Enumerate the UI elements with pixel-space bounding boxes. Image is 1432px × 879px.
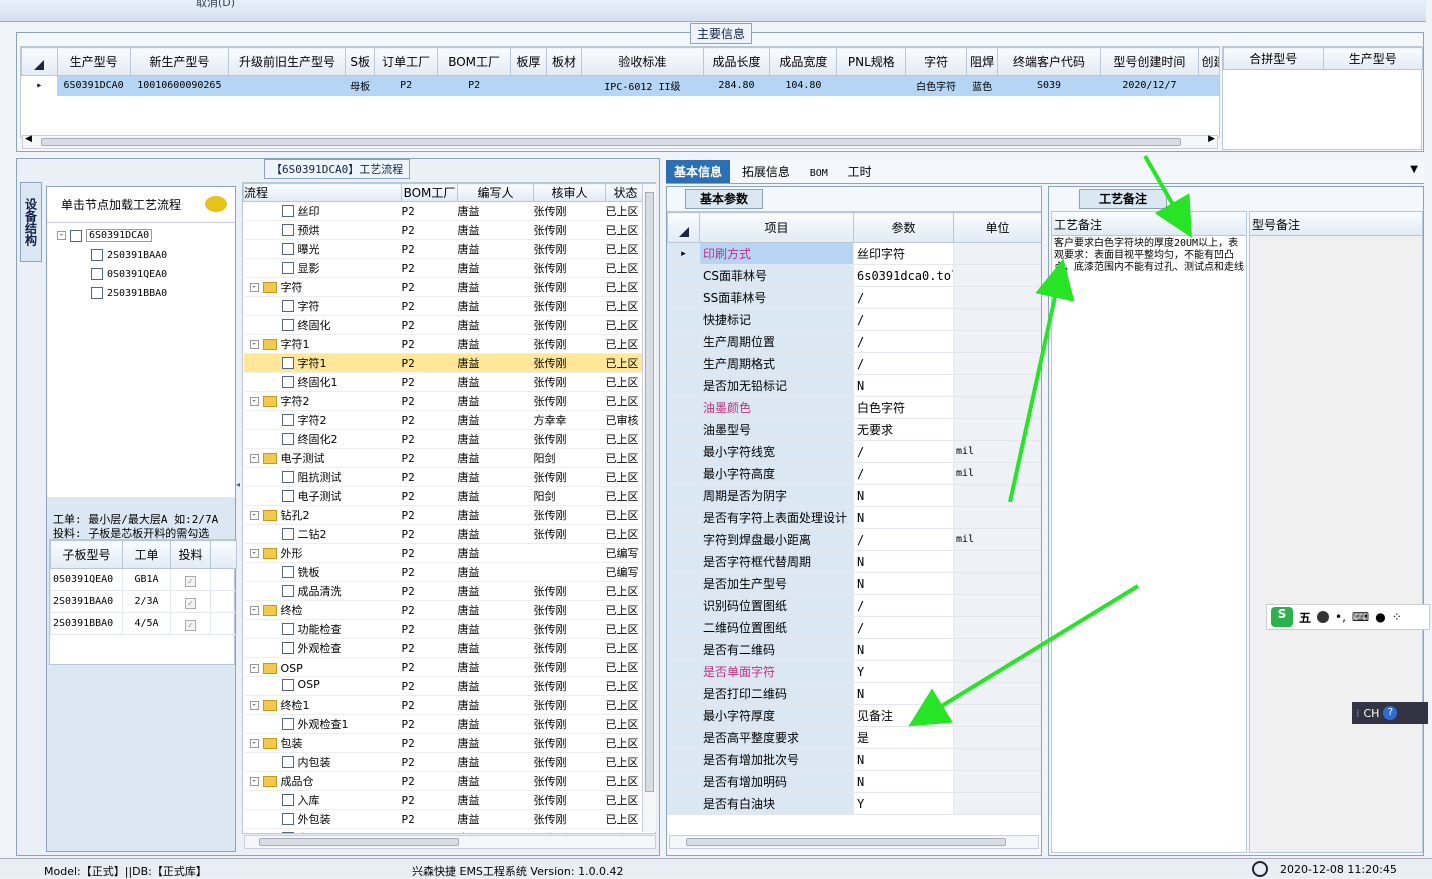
clock-icon	[1252, 861, 1268, 877]
status-bar: Model:【正式】||DB:【正式库】 兴森快捷 EMS工程系统 Versio…	[0, 858, 1432, 878]
status-app-version: 兴森快捷 EMS工程系统 Version: 1.0.0.42	[412, 865, 624, 878]
status-datetime: 2020-12-08 11:20:45	[1280, 863, 1397, 876]
arrow-to-min-thickness	[908, 584, 1140, 727]
arrow-to-notes-header	[1143, 155, 1192, 238]
status-model: Model:【正式】||DB:【正式库】	[44, 865, 207, 878]
arrow-to-notes-text	[1008, 258, 1075, 503]
annotation-arrows	[908, 155, 1192, 727]
